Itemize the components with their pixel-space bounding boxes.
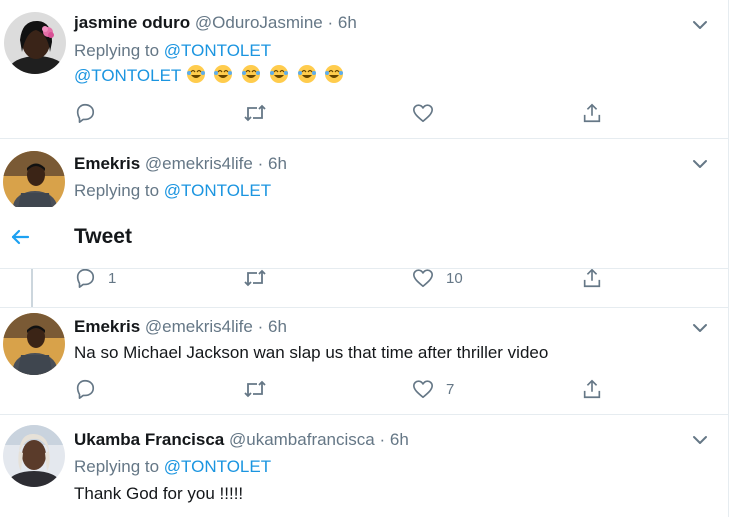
- share-icon: [583, 268, 601, 288]
- reply-button[interactable]: [74, 101, 96, 125]
- tweet-page-header: Tweet: [0, 207, 728, 269]
- tweet-card[interactable]: Ukamba Francisca @ukambafrancisca · 6h R…: [0, 415, 728, 517]
- emoji-row: [186, 65, 348, 85]
- like-count: 10: [446, 269, 463, 287]
- timestamp[interactable]: 6h: [268, 154, 287, 173]
- laughing-emoji-icon: [242, 65, 261, 83]
- avatar[interactable]: [3, 425, 65, 487]
- display-name[interactable]: jasmine oduro: [74, 13, 190, 32]
- laughing-emoji-icon: [214, 65, 233, 83]
- share-button[interactable]: [581, 101, 603, 125]
- like-button[interactable]: 7: [412, 377, 454, 401]
- reply-count: 1: [108, 269, 117, 287]
- tweet-card[interactable]: jasmine oduro @OduroJasmine · 6h Replyin…: [0, 0, 728, 138]
- reply-icon: [76, 268, 95, 288]
- laughing-emoji-icon: [269, 65, 288, 83]
- retweet-icon: [244, 269, 266, 287]
- mention-link[interactable]: @TONTOLET: [164, 457, 271, 476]
- back-arrow-icon[interactable]: [8, 225, 32, 249]
- share-icon: [583, 103, 601, 123]
- share-button[interactable]: [581, 266, 603, 290]
- reply-icon: [76, 379, 95, 399]
- tweet-header: Ukamba Francisca @ukambafrancisca · 6h: [74, 429, 409, 451]
- mention-link[interactable]: @TONTOLET: [164, 41, 271, 60]
- tweet-header: Emekris @emekris4life · 6h: [74, 153, 287, 175]
- mention-link[interactable]: @TONTOLET: [74, 66, 181, 85]
- replying-to: Replying to @TONTOLET: [74, 456, 271, 478]
- user-handle[interactable]: @emekris4life: [145, 154, 253, 173]
- replying-to-label: Replying to: [74, 181, 160, 200]
- chevron-down-icon[interactable]: [688, 316, 712, 340]
- retweet-button[interactable]: [243, 266, 267, 290]
- chevron-down-icon[interactable]: [688, 13, 712, 37]
- replying-to-label: Replying to: [74, 41, 160, 60]
- reply-button[interactable]: 1: [74, 266, 116, 290]
- reply-button[interactable]: [74, 377, 96, 401]
- display-name[interactable]: Emekris: [74, 154, 140, 173]
- retweet-icon: [244, 104, 266, 122]
- chevron-down-icon[interactable]: [688, 152, 712, 176]
- heart-icon: [413, 380, 433, 399]
- timestamp[interactable]: 6h: [268, 317, 287, 336]
- display-name[interactable]: Emekris: [74, 317, 140, 336]
- page-title: Tweet: [74, 225, 132, 248]
- retweet-button[interactable]: [243, 377, 267, 401]
- user-handle[interactable]: @ukambafrancisca: [229, 430, 375, 449]
- avatar[interactable]: [3, 151, 65, 213]
- replying-to-label: Replying to: [74, 457, 160, 476]
- reply-icon: [76, 103, 95, 123]
- user-handle[interactable]: @emekris4life: [145, 317, 253, 336]
- retweet-button[interactable]: [243, 101, 267, 125]
- laughing-emoji-icon: [186, 65, 205, 83]
- timestamp[interactable]: 6h: [390, 430, 409, 449]
- thread-connector: [31, 269, 33, 307]
- tweet-feed: jasmine oduro @OduroJasmine · 6h Replyin…: [0, 0, 728, 517]
- tweet-card[interactable]: Emekris @emekris4life · 6h Na so Michael…: [0, 308, 728, 414]
- tweet-text: Thank God for you !!!!!: [74, 484, 244, 503]
- separator-dot: ·: [257, 154, 264, 173]
- retweet-icon: [244, 380, 266, 398]
- like-button[interactable]: 10: [412, 266, 463, 290]
- tweet-text: @TONTOLET: [74, 64, 347, 87]
- separator-dot: ·: [327, 13, 334, 32]
- heart-icon: [413, 269, 433, 288]
- like-button[interactable]: [412, 101, 434, 125]
- share-button[interactable]: [581, 377, 603, 401]
- replying-to: Replying to @TONTOLET: [74, 180, 271, 202]
- laughing-emoji-icon: [297, 65, 316, 83]
- separator-dot: ·: [257, 317, 264, 336]
- like-count: 7: [446, 380, 455, 398]
- column-border: [728, 0, 729, 517]
- user-handle[interactable]: @OduroJasmine: [195, 13, 323, 32]
- tweet-header: jasmine oduro @OduroJasmine · 6h: [74, 12, 357, 34]
- avatar[interactable]: [3, 313, 65, 375]
- replying-to: Replying to @TONTOLET: [74, 40, 271, 62]
- separator-dot: ·: [379, 430, 386, 449]
- chevron-down-icon[interactable]: [688, 428, 712, 452]
- heart-icon: [413, 104, 433, 123]
- tweet-header: Emekris @emekris4life · 6h: [74, 316, 287, 338]
- display-name[interactable]: Ukamba Francisca: [74, 430, 224, 449]
- laughing-emoji-icon: [325, 65, 344, 83]
- timestamp[interactable]: 6h: [338, 13, 357, 32]
- mention-link[interactable]: @TONTOLET: [164, 181, 271, 200]
- share-icon: [583, 379, 601, 399]
- tweet-text: Na so Michael Jackson wan slap us that t…: [74, 343, 549, 362]
- avatar[interactable]: [4, 12, 66, 74]
